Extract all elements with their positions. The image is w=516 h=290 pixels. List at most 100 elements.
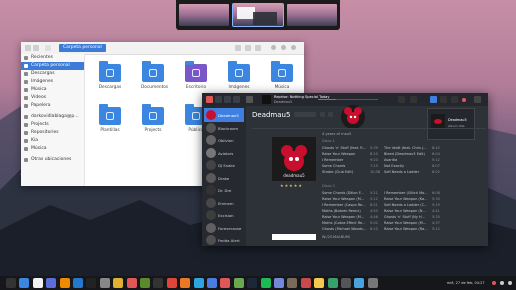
song-title[interactable]: Ghosts 'n' Stuff (feat. R... <box>322 146 366 150</box>
sidebar-item[interactable]: Otras ubicaciones <box>21 156 84 164</box>
music-icon[interactable] <box>126 278 137 288</box>
telegram-icon[interactable] <box>193 278 204 288</box>
apps-icon[interactable] <box>6 278 16 288</box>
play-artist-button[interactable] <box>294 112 316 117</box>
previous-icon[interactable] <box>215 96 222 103</box>
forward-button[interactable] <box>33 45 39 51</box>
folder-item[interactable]: Projects <box>141 104 165 147</box>
song-title[interactable]: Raise Your Weapon (M... <box>322 215 364 219</box>
song-title[interactable]: Strobe (Club Edit) <box>322 170 353 174</box>
spotify-icon[interactable] <box>260 278 271 288</box>
back-button[interactable] <box>25 45 31 51</box>
album-view-button[interactable] <box>440 96 447 103</box>
calendar-icon[interactable] <box>220 278 231 288</box>
song-title[interactable]: Some Chords (Dillon F... <box>322 191 364 195</box>
sidebar-item[interactable]: Kia <box>21 137 84 145</box>
browser-icon[interactable] <box>32 278 43 288</box>
song-title[interactable]: Moths (Botnek Remix) <box>322 209 361 213</box>
firefox-icon[interactable] <box>180 278 191 288</box>
chrome-icon[interactable] <box>166 278 177 288</box>
user-tray-icon[interactable] <box>499 281 504 285</box>
rating-stars[interactable]: ★★★★★ <box>280 183 303 188</box>
trash-icon[interactable] <box>367 278 378 288</box>
path-toggle-button[interactable] <box>45 45 51 51</box>
editor-icon[interactable] <box>233 278 244 288</box>
folder-item[interactable]: Plantillas <box>98 104 122 147</box>
song-title[interactable]: The Veldt (feat. Chris J... <box>384 146 426 150</box>
close-button[interactable] <box>291 45 296 50</box>
workspace-3[interactable] <box>287 4 337 26</box>
song-title[interactable]: Raise Your Weapon (M... <box>384 221 426 225</box>
playlist-button[interactable] <box>451 96 458 103</box>
song-title[interactable]: Avaritia <box>384 158 397 162</box>
files-icon[interactable] <box>19 278 30 288</box>
breadcrumb[interactable]: Carpeta personal <box>59 44 106 52</box>
weather-icon[interactable] <box>354 278 365 288</box>
workspace-1[interactable] <box>179 4 229 26</box>
search-icon[interactable] <box>235 45 241 51</box>
song-title[interactable]: I Remember (Glitch Mo... <box>384 191 428 195</box>
sidebar-item[interactable]: Vídeos <box>21 94 84 102</box>
settings-tray-icon[interactable] <box>508 281 512 285</box>
list-icon[interactable] <box>410 96 417 103</box>
maximize-button[interactable] <box>281 45 286 50</box>
video-icon[interactable] <box>300 278 311 288</box>
game-icon[interactable] <box>153 278 164 288</box>
sidebar-item[interactable]: Carpeta personal <box>21 62 84 70</box>
folder-item[interactable]: Documentos <box>141 61 168 104</box>
artist-view-button[interactable] <box>430 96 437 103</box>
record-icon[interactable] <box>206 96 213 103</box>
sidebar-item[interactable]: Imágenes <box>21 78 84 86</box>
song-title[interactable]: Ghosts (Michael Woods... <box>322 227 366 231</box>
song-title[interactable]: Bleed (Deadmau5 Edit) <box>384 152 425 156</box>
song-title[interactable]: Raise Your Weapon (Ra... <box>384 227 428 231</box>
song-title[interactable]: Raise Your Weapon <box>322 152 355 156</box>
song-title[interactable]: Raise Your Weapon (N... <box>384 209 426 213</box>
song-title[interactable]: Raise Your Weapon (M... <box>322 197 364 201</box>
discord-icon[interactable] <box>274 278 284 288</box>
song-title[interactable]: Sofi Needs a Ladder <box>384 170 419 174</box>
artist-list-item[interactable]: Fedda Alert <box>204 233 244 247</box>
settings-icon[interactable] <box>99 278 110 288</box>
shuffle-icon[interactable] <box>320 112 325 117</box>
photos-icon[interactable] <box>113 278 124 288</box>
sidebar-item[interactable]: Música <box>21 145 84 153</box>
song-title[interactable]: Not Exactly <box>384 164 404 168</box>
next-icon[interactable] <box>233 96 240 103</box>
notes-icon[interactable] <box>314 278 325 288</box>
song-title[interactable]: Ghosts 'n' Stuff (Ny H... <box>384 215 425 219</box>
record-tray-icon[interactable] <box>491 281 496 285</box>
song-title[interactable]: I Remember (Caspa Re... <box>322 203 366 207</box>
menu-button[interactable] <box>255 45 261 51</box>
gimp-icon[interactable] <box>287 278 298 288</box>
clock[interactable]: mié, 27 de feb, 04:27 <box>447 281 485 285</box>
minimize-button[interactable] <box>271 45 276 50</box>
stop-icon[interactable] <box>462 98 466 102</box>
menu-icon[interactable] <box>474 96 481 103</box>
more-icon[interactable] <box>328 112 333 117</box>
chat-icon[interactable] <box>46 278 57 288</box>
song-title[interactable]: Sofi Needs a Ladder (C... <box>384 203 427 207</box>
folder-item[interactable]: Descargas <box>98 61 122 104</box>
store-icon[interactable] <box>140 278 150 288</box>
sidebar-item[interactable]: darkovidlablaga@p... <box>21 113 84 121</box>
progress-bar[interactable] <box>318 99 378 100</box>
terminal-icon[interactable] <box>86 278 97 288</box>
song-title[interactable]: I Remember <box>322 158 343 162</box>
song-title[interactable]: Raise Your Weapon (Ka... <box>384 197 427 201</box>
sidebar-item[interactable]: Música <box>21 86 84 94</box>
sidebar-item[interactable]: Recientes <box>21 54 84 62</box>
song-title[interactable]: Some Chords <box>322 164 345 168</box>
play-icon[interactable] <box>224 96 231 103</box>
steam-icon[interactable] <box>247 278 258 288</box>
sidebar-item[interactable]: Descargas <box>21 70 84 78</box>
view-options-button[interactable] <box>245 45 251 51</box>
tag-icon[interactable] <box>398 96 405 103</box>
maps-icon[interactable] <box>327 278 338 288</box>
code-icon[interactable] <box>73 278 83 288</box>
album2-cover[interactable] <box>272 234 316 240</box>
calc-icon[interactable] <box>341 278 351 288</box>
workspace-2[interactable] <box>232 3 284 27</box>
vlc-icon[interactable] <box>59 278 70 288</box>
album-cover[interactable]: deadmau5 <box>272 137 316 181</box>
